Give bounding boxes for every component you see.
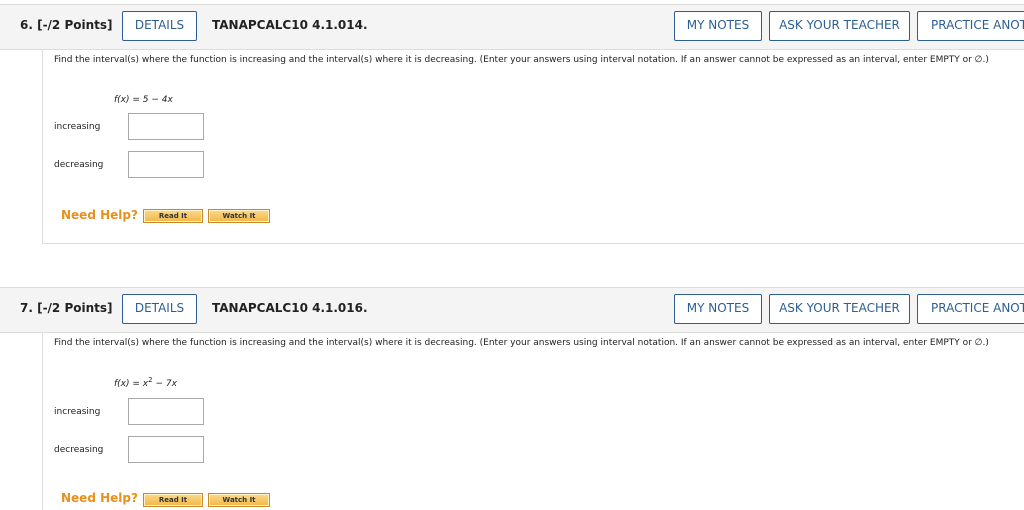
- practice-another-button[interactable]: PRACTICE ANOTHER: [917, 294, 1024, 324]
- ask-your-teacher-button[interactable]: ASK YOUR TEACHER: [769, 294, 910, 324]
- increasing-label: increasing: [54, 407, 101, 417]
- question-6-header: 6. [-/2 Points] DETAILS TANAPCALC10 4.1.…: [0, 4, 1024, 50]
- decreasing-answer-input[interactable]: [128, 151, 204, 178]
- function-expression: f(x) = x2 − 7x: [114, 376, 177, 389]
- question-id: TANAPCALC10 4.1.014.: [212, 18, 368, 32]
- my-notes-button[interactable]: MY NOTES: [674, 294, 762, 324]
- practice-another-button[interactable]: PRACTICE ANOTHER: [917, 11, 1024, 41]
- decreasing-label: decreasing: [54, 445, 104, 455]
- question-7-body: Find the interval(s) where the function …: [42, 332, 1024, 510]
- question-id: TANAPCALC10 4.1.016.: [212, 301, 368, 315]
- need-help-label: Need Help?: [61, 491, 138, 505]
- question-prompt: Find the interval(s) where the function …: [54, 55, 989, 65]
- read-it-button[interactable]: Read It: [143, 493, 203, 507]
- watch-it-button[interactable]: Watch It: [208, 493, 270, 507]
- function-text: f(x) = 5 − 4x: [114, 95, 173, 105]
- function-text-rest: − 7x: [152, 379, 177, 389]
- question-prompt: Find the interval(s) where the function …: [54, 338, 989, 348]
- watch-it-button[interactable]: Watch It: [208, 209, 270, 223]
- question-7-header: 7. [-/2 Points] DETAILS TANAPCALC10 4.1.…: [0, 287, 1024, 333]
- decreasing-label: decreasing: [54, 160, 104, 170]
- increasing-answer-input[interactable]: [128, 113, 204, 140]
- details-button[interactable]: DETAILS: [122, 11, 197, 41]
- page: { "questions": [ { "number_label": "6. […: [0, 0, 1024, 510]
- need-help-label: Need Help?: [61, 208, 138, 222]
- decreasing-answer-input[interactable]: [128, 436, 204, 463]
- question-number: 7. [-/2 Points]: [20, 301, 113, 315]
- details-button[interactable]: DETAILS: [122, 294, 197, 324]
- question-number: 6. [-/2 Points]: [20, 18, 113, 32]
- ask-your-teacher-button[interactable]: ASK YOUR TEACHER: [769, 11, 910, 41]
- function-text: f(x) = x: [114, 379, 149, 389]
- increasing-label: increasing: [54, 122, 101, 132]
- function-expression: f(x) = 5 − 4x: [114, 92, 173, 105]
- my-notes-button[interactable]: MY NOTES: [674, 11, 762, 41]
- question-6-body: Find the interval(s) where the function …: [42, 49, 1024, 244]
- increasing-answer-input[interactable]: [128, 398, 204, 425]
- read-it-button[interactable]: Read It: [143, 209, 203, 223]
